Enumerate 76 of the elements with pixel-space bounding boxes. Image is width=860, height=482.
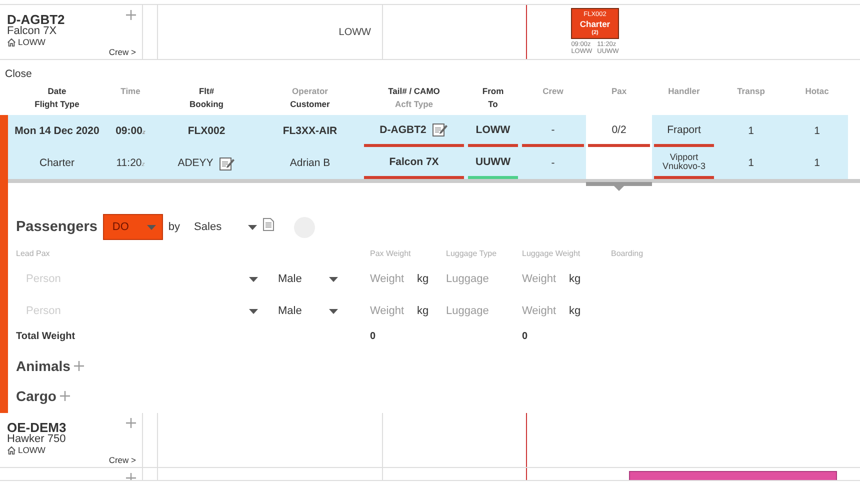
aircraft-type: Falcon 7X [7,26,58,37]
column-header[interactable]: To [488,98,498,111]
cell-text: FLX002 [188,125,226,137]
cell-text: Charter [39,157,74,169]
cell-text: - [551,124,555,136]
caret-icon [329,276,338,282]
cell-text: Adrian B [290,157,330,169]
section-title: Cargo [16,388,56,404]
caret-icon[interactable] [249,308,258,314]
weight-field[interactable]: Weight [522,273,566,285]
cell-text: ADEYY [178,157,214,169]
aircraft-registration: OE-DEM3 [7,421,68,434]
add-icon[interactable] [60,391,70,401]
caret-icon [329,308,338,314]
crew-link[interactable]: Crew > [108,47,136,57]
weight-field[interactable]: Weight [370,273,414,285]
section-title: Passengers [16,219,98,235]
cell-text: Falcon 7X [389,156,439,168]
section-title: Animals [16,358,70,374]
cell-text: Fraport [667,124,701,136]
cell-text: - [551,157,555,169]
caret-icon[interactable] [249,276,258,282]
airport-label: LOWW [338,26,371,38]
column-label: Luggage Type [446,249,497,258]
add-icon[interactable] [74,361,84,371]
column-header[interactable]: Tail# / CAMO [388,85,440,98]
total-value: 0 [370,330,376,342]
flight-block[interactable] [629,471,837,480]
aircraft-type: Hawker 750 [7,434,67,445]
cell-text: 1 [814,125,820,137]
aircraft-registration: D-AGBT2 [7,13,66,26]
cell-text: 1 [748,157,754,169]
total-value: 0 [522,330,528,342]
by-label: by [168,221,180,233]
close-link[interactable]: Close [5,68,32,80]
total-label: Total Weight [16,330,76,342]
column-label: Lead Pax [16,249,50,258]
cell-text: 1 [748,125,754,137]
unit-label: kg [569,273,581,285]
cell-text: D-AGBT2 [380,124,426,136]
column-label: Luggage Weight [522,249,580,258]
column-header[interactable]: Customer [290,98,330,111]
home-icon [7,446,16,454]
weight-field[interactable]: Weight [370,305,414,317]
column-header[interactable]: Flt# [198,85,214,98]
cell-text: Vipport Vnukovo-3 [661,152,707,170]
column-header[interactable]: Date [48,85,66,98]
weight-field[interactable]: Weight [522,305,566,317]
gender-select[interactable]: Male [278,305,338,317]
home-base: LOWW [18,445,46,455]
unit-label: kg [417,273,429,285]
edit-icon[interactable] [219,156,236,170]
cell-text: 0/2 [612,124,626,136]
edit-icon[interactable] [432,122,448,137]
cell-text: UUWW [476,156,510,168]
crew-link[interactable]: Crew > [108,455,136,465]
unit-label: kg [417,305,429,317]
cell-text: LOWW [476,124,510,136]
assignee-dropdown[interactable]: Sales [194,221,258,233]
home-icon [7,38,16,46]
column-header[interactable]: From [482,85,504,98]
unit-label: kg [569,305,581,317]
caret-icon [248,224,258,230]
cell-text: FL3XX-AIR [282,125,338,137]
cell-text: 1 [814,157,820,169]
gender-select[interactable]: Male [278,273,338,285]
column-label: Pax Weight [370,249,411,258]
luggage-field[interactable]: Luggage [446,305,506,317]
cell-text: Mon 14 Dec 2020 [14,125,100,137]
expand-handle[interactable] [586,179,652,189]
column-header[interactable]: Flight Type [34,98,80,111]
caret-icon [147,224,156,230]
column-label: Boarding [611,249,644,258]
home-base: LOWW [18,37,46,47]
column-header[interactable]: Booking [190,98,224,111]
luggage-field[interactable]: Luggage [446,273,506,285]
